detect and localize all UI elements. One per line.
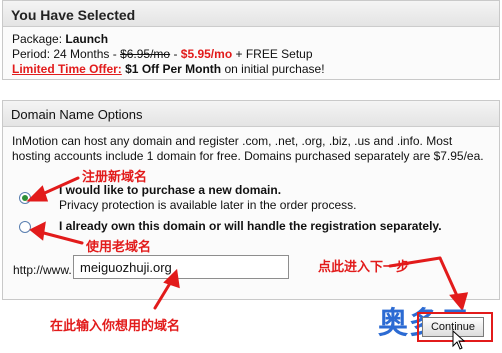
annotation-old-domain: 使用老域名 [86,239,152,254]
domain-options-panel: Domain Name Options InMotion can host an… [2,100,500,300]
period-label: Period: 24 Months - [12,47,121,61]
period-suffix: + FREE Setup [232,47,313,61]
offer-suffix: on initial purchase! [221,62,325,76]
selected-panel-title: You Have Selected [3,1,499,27]
period-line: Period: 24 Months - $6.95/mo - $5.95/mo … [12,47,499,62]
new-price: $5.95/mo [180,47,233,61]
package-value: Launch [65,32,109,46]
option-own-domain-label: I already own this domain or will handle… [59,219,442,233]
radio-own-domain[interactable] [19,221,31,233]
option-new-domain-label: I would like to purchase a new domain. [59,183,282,197]
annotation-new-domain: 注册新域名 [82,169,148,184]
option-own-domain-text: I already own this domain or will handle… [59,219,442,234]
limited-offer-link[interactable]: Limited Time Offer: [12,62,122,76]
mouse-cursor-icon [452,330,466,350]
selected-package-panel: You Have Selected Package: Launch Period… [2,0,500,80]
domain-panel-title: Domain Name Options [3,101,499,127]
package-label: Package: [12,32,66,46]
annotation-enter-domain: 在此输入你想用的域名 [50,318,181,333]
annotation-next-step: 点此进入下一步 [318,259,410,274]
package-line: Package: Launch [12,32,499,47]
domain-input[interactable] [73,255,289,279]
old-price: $6.95/mo [120,47,171,61]
url-prefix-label: http://www. [13,263,72,277]
domain-description: InMotion can host any domain and registe… [12,134,484,163]
selected-panel-body: Package: Launch Period: 24 Months - $6.9… [3,27,499,77]
offer-line: Limited Time Offer: $1 Off Per Month on … [12,62,499,77]
option-new-domain-text: I would like to purchase a new domain. P… [59,183,356,213]
offer-bold: $1 Off Per Month [121,62,222,76]
order-page: You Have Selected Package: Launch Period… [0,0,502,353]
radio-new-domain[interactable] [19,192,31,204]
option-new-domain-sublabel: Privacy protection is available later in… [59,198,357,212]
price-dash: - [170,47,181,61]
